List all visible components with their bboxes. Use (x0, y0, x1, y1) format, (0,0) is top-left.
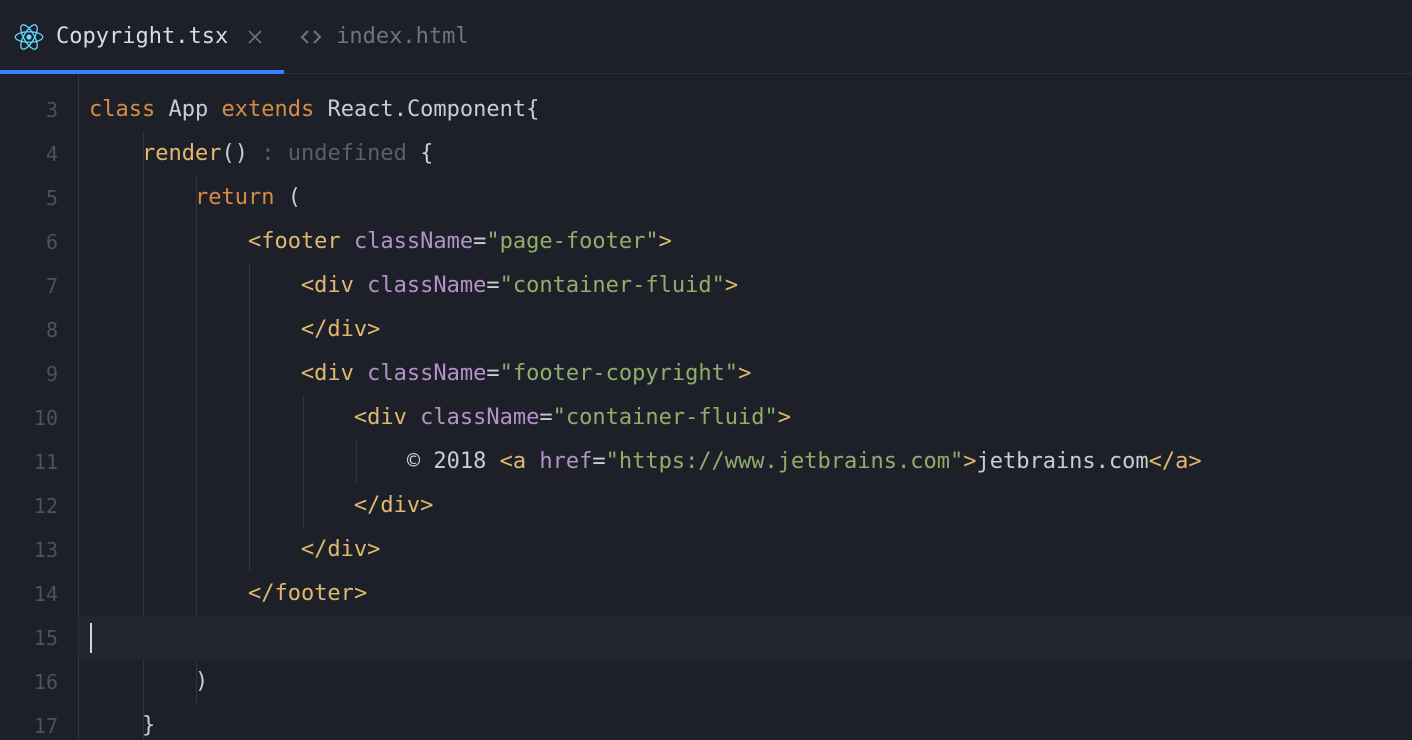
code-line[interactable]: © 2018 <a href="https://www.jetbrains.co… (79, 440, 1412, 484)
line-number: 17 (0, 704, 58, 740)
react-icon (14, 22, 44, 52)
code-line[interactable]: <div className="container-fluid"> (79, 264, 1412, 308)
line-number: 14 (0, 572, 58, 616)
line-number: 5 (0, 176, 58, 220)
line-number: 3 (0, 88, 58, 132)
code-line[interactable]: return ( (79, 176, 1412, 220)
close-icon[interactable] (246, 28, 264, 46)
tab-copyright-tsx[interactable]: Copyright.tsx (0, 0, 284, 73)
line-number: 11 (0, 440, 58, 484)
code-line[interactable]: ) (79, 660, 1412, 704)
tab-bar: Copyright.tsx index.html (0, 0, 1412, 74)
code-editor: Copyright.tsx index.html 345678910111213… (0, 0, 1412, 740)
tab-label: Copyright.tsx (56, 24, 228, 49)
code-line[interactable]: </div> (79, 484, 1412, 528)
line-number: 13 (0, 528, 58, 572)
line-number: 4 (0, 132, 58, 176)
code-line[interactable]: <div className="footer-copyright"> (79, 352, 1412, 396)
code-line[interactable]: <div className="container-fluid"> (79, 396, 1412, 440)
line-number: 7 (0, 264, 58, 308)
code-content[interactable]: class App extends React.Component{ rende… (78, 74, 1412, 740)
line-number: 15 (0, 616, 58, 660)
code-area[interactable]: 34567891011121314151617 class App extend… (0, 74, 1412, 740)
line-number: 9 (0, 352, 58, 396)
code-icon (298, 24, 324, 50)
code-line[interactable]: <footer className="page-footer"> (79, 220, 1412, 264)
inlay-hint: : undefined (261, 141, 420, 166)
line-number: 10 (0, 396, 58, 440)
code-line[interactable]: </footer> (79, 572, 1412, 616)
tab-index-html[interactable]: index.html (284, 0, 488, 73)
text-cursor (90, 623, 92, 653)
code-line[interactable]: </div> (79, 528, 1412, 572)
line-number: 6 (0, 220, 58, 264)
code-line-current[interactable] (79, 616, 1412, 660)
code-line[interactable]: render() : undefined { (79, 132, 1412, 176)
code-line[interactable]: class App extends React.Component{ (79, 88, 1412, 132)
code-line[interactable]: } (79, 704, 1412, 740)
line-number-gutter: 34567891011121314151617 (0, 74, 78, 740)
line-number: 12 (0, 484, 58, 528)
line-number: 16 (0, 660, 58, 704)
line-number: 8 (0, 308, 58, 352)
tab-label: index.html (336, 24, 468, 49)
code-line[interactable]: </div> (79, 308, 1412, 352)
